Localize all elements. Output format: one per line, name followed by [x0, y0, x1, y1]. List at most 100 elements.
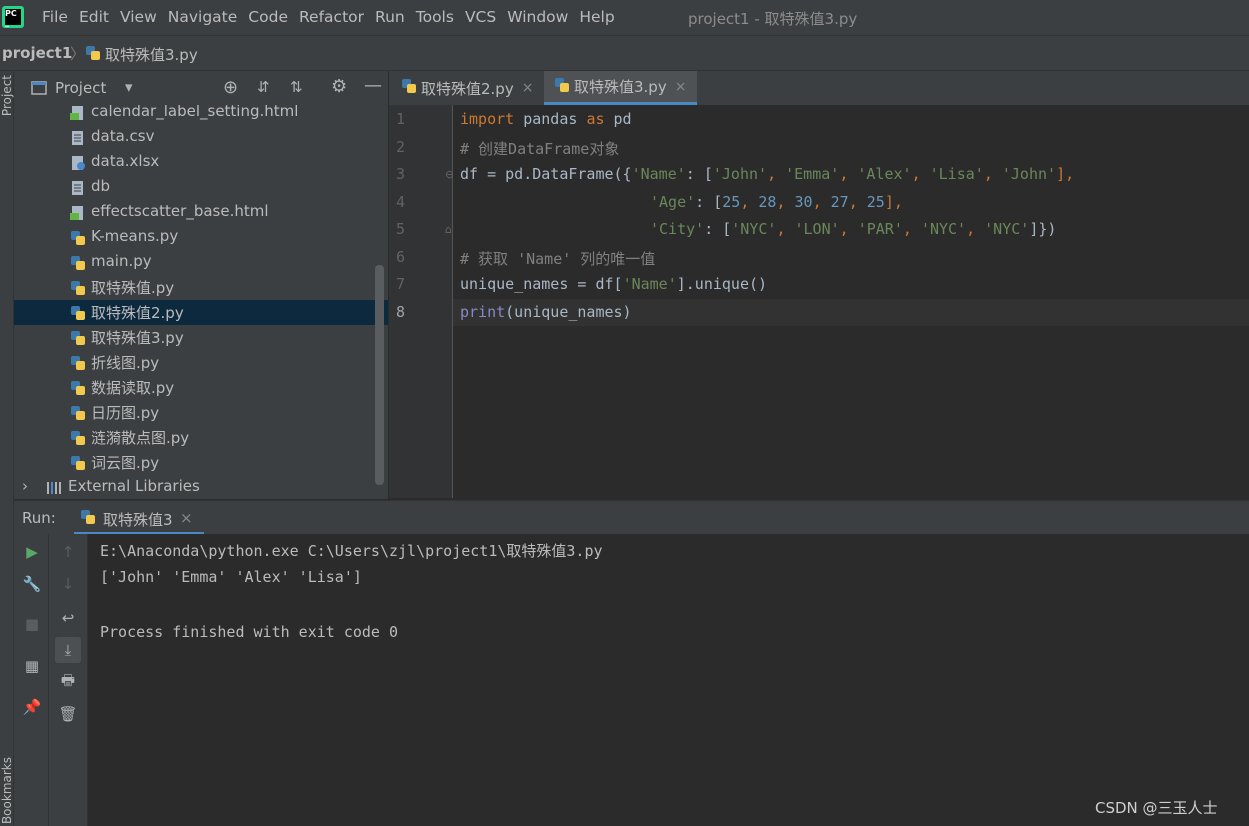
- menu-run[interactable]: Run: [375, 8, 405, 26]
- code-token: ,: [839, 220, 858, 238]
- breadcrumb-file[interactable]: 取特殊值3.py: [105, 44, 198, 65]
- hide-panel-icon[interactable]: —: [364, 75, 382, 96]
- project-tool-window-label[interactable]: Project: [0, 75, 14, 116]
- close-icon[interactable]: ×: [522, 80, 534, 96]
- tree-item[interactable]: data.csv: [14, 125, 388, 150]
- tree-item[interactable]: 取特殊值3.py: [14, 325, 388, 350]
- menu-view[interactable]: View: [120, 8, 157, 26]
- breadcrumb-separator-icon: 〉: [70, 45, 86, 63]
- tree-item-label: External Libraries: [68, 477, 200, 495]
- bookmarks-tool-window-label[interactable]: Bookmarks: [0, 757, 14, 824]
- tree-item[interactable]: 词云图.py: [14, 450, 388, 475]
- rerun-icon[interactable]: ▶: [22, 542, 42, 562]
- trash-icon[interactable]: 🗑: [58, 704, 78, 724]
- line-number: 6: [396, 248, 406, 266]
- code-line-6: # 获取 'Name' 列的唯一值: [460, 250, 656, 268]
- project-scrollbar[interactable]: [375, 265, 384, 485]
- code-token: ]}): [1029, 220, 1057, 238]
- arrow-down-icon[interactable]: ↓: [58, 574, 78, 594]
- menu-tools[interactable]: Tools: [416, 8, 454, 26]
- tree-item-label: 涟漪散点图.py: [91, 429, 190, 447]
- tree-item[interactable]: 数据读取.py: [14, 375, 388, 400]
- expand-all-icon[interactable]: ⇵: [257, 78, 270, 96]
- python-file-icon: [70, 430, 86, 446]
- tree-item[interactable]: 折线图.py: [14, 350, 388, 375]
- tree-item[interactable]: calendar_label_setting.html: [14, 105, 388, 125]
- console-line: Process finished with exit code 0: [100, 623, 399, 641]
- tree-item-label: data.csv: [91, 127, 155, 145]
- code-token: ],: [1056, 165, 1075, 183]
- tree-item[interactable]: 涟漪散点图.py: [14, 425, 388, 450]
- line-number: 5: [396, 220, 406, 238]
- tree-item[interactable]: 取特殊值.py: [14, 275, 388, 300]
- menu-window[interactable]: Window: [507, 8, 568, 26]
- code-line-8: print(unique_names): [460, 303, 632, 321]
- html-file-icon: [70, 205, 86, 221]
- locate-icon[interactable]: ⊕: [223, 77, 238, 98]
- menu-vcs[interactable]: VCS: [465, 8, 496, 26]
- scroll-to-end-icon[interactable]: ⤓: [55, 637, 81, 663]
- code-line-3: df = pd.DataFrame({'Name': ['John', 'Emm…: [460, 165, 1074, 183]
- close-icon[interactable]: ×: [675, 79, 687, 95]
- code-token: 'NYC': [920, 220, 967, 238]
- layout-icon[interactable]: ▦: [22, 656, 42, 676]
- pin-icon[interactable]: 📌: [22, 697, 42, 717]
- tree-item[interactable]: K-means.py: [14, 225, 388, 250]
- code-token: (unique_names): [505, 303, 632, 321]
- tree-item[interactable]: 日历图.py: [14, 400, 388, 425]
- close-icon[interactable]: ×: [180, 509, 193, 527]
- tree-item-label: main.py: [91, 252, 152, 270]
- menu-help[interactable]: Help: [579, 8, 614, 26]
- breadcrumb: project1 〉 取特殊值3.py: [0, 36, 1249, 71]
- tree-item[interactable]: db: [14, 175, 388, 200]
- fold-end-icon[interactable]: ⌂: [445, 223, 452, 236]
- run-tab[interactable]: 取特殊值3 ×: [74, 501, 204, 535]
- code-token: df = pd.DataFrame({: [460, 165, 632, 183]
- wrench-icon[interactable]: 🔧: [22, 574, 42, 594]
- gear-icon[interactable]: ⚙: [331, 76, 347, 97]
- code-token: ,: [839, 165, 858, 183]
- tree-item-label: 数据读取.py: [91, 379, 175, 397]
- tab-label: 取特殊值2.py: [421, 79, 514, 98]
- console-line: E:\Anaconda\python.exe C:\Users\zjl\proj…: [100, 542, 603, 560]
- line-number-gutter: 1 2 3 4 5 6 7 8 ⊖ ⌂: [389, 105, 454, 498]
- python-file-icon: [70, 355, 86, 371]
- soft-wrap-icon[interactable]: ↩: [58, 608, 78, 628]
- menu-edit[interactable]: Edit: [79, 8, 109, 26]
- tree-item-label: 词云图.py: [91, 454, 160, 472]
- code-token: import: [460, 110, 515, 128]
- chevron-down-icon[interactable]: ▾: [125, 78, 133, 96]
- menu-file[interactable]: File: [42, 8, 68, 26]
- console-output[interactable]: E:\Anaconda\python.exe C:\Users\zjl\proj…: [88, 534, 1249, 826]
- line-number-current: 8: [396, 303, 406, 321]
- python-file-icon: [70, 255, 86, 271]
- code-token: 'NYC': [731, 220, 777, 238]
- python-file-icon: [85, 45, 101, 65]
- tree-item-selected[interactable]: 取特殊值2.py: [14, 300, 388, 325]
- code-token: 'Lisa': [929, 165, 984, 183]
- tree-item[interactable]: effectscatter_base.html: [14, 200, 388, 225]
- menu-code[interactable]: Code: [248, 8, 288, 26]
- project-panel-title[interactable]: Project: [55, 79, 106, 97]
- code-token: 27: [830, 193, 849, 211]
- code-token: pandas: [514, 110, 587, 128]
- tree-item[interactable]: data.xlsx: [14, 150, 388, 175]
- python-file-icon: [70, 405, 86, 421]
- tree-item[interactable]: main.py: [14, 250, 388, 275]
- arrow-up-icon[interactable]: ↑: [58, 542, 78, 562]
- tree-item-label: effectscatter_base.html: [91, 202, 269, 220]
- tree-item-label: 折线图.py: [91, 354, 160, 372]
- tab-file-3-active[interactable]: 取特殊值3.py ×: [544, 71, 697, 105]
- menu-refactor[interactable]: Refactor: [299, 8, 364, 26]
- code-token: ,: [740, 193, 759, 211]
- tab-file-2[interactable]: 取特殊值2.py ×: [401, 71, 533, 105]
- tree-item-external-libraries[interactable]: › External Libraries: [14, 475, 388, 499]
- collapse-all-icon[interactable]: ⇅: [290, 78, 303, 96]
- breadcrumb-project[interactable]: project1: [2, 44, 72, 62]
- print-icon[interactable]: 🖶: [58, 671, 78, 692]
- stop-icon[interactable]: ■: [22, 614, 42, 634]
- code-token: 'Name': [622, 275, 677, 293]
- menu-navigate[interactable]: Navigate: [168, 8, 238, 26]
- chevron-right-icon[interactable]: ›: [22, 477, 28, 495]
- code-token: ,: [776, 193, 795, 211]
